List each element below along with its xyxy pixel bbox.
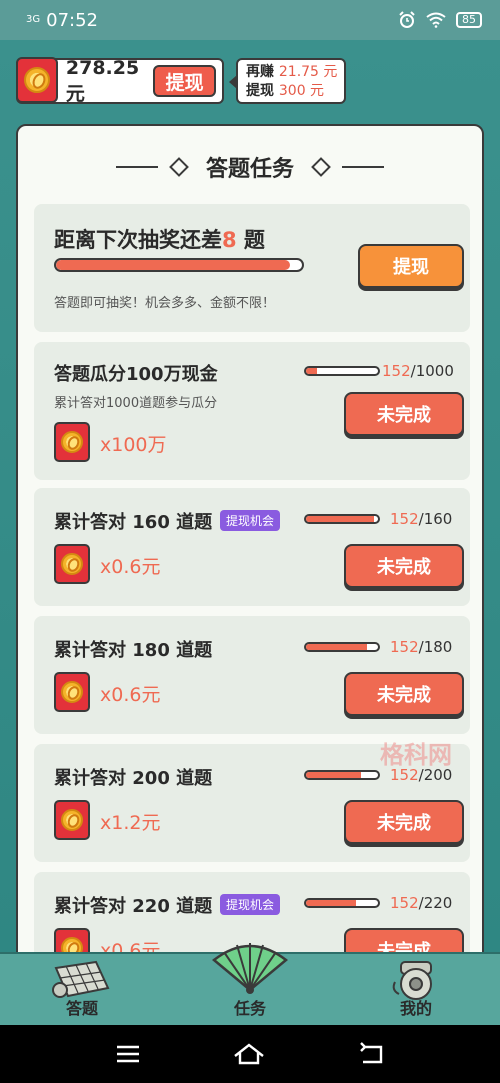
task-description: 累计答对1000道题参与瓜分 — [54, 396, 218, 411]
task-status-button[interactable]: 未完成 — [344, 672, 464, 716]
task-card: 累计答对 160 道题 提现机会 152/160 x0.6元 未完成 — [34, 488, 470, 606]
nav-tab-answer[interactable]: 答题 — [22, 954, 142, 1027]
red-packet-icon — [16, 57, 58, 103]
task-reward: x0.6元 — [100, 684, 161, 706]
task-progress-bar — [304, 366, 380, 376]
home-icon[interactable] — [232, 1042, 266, 1066]
earn-label: 再赚 — [246, 64, 274, 80]
diamond-icon — [169, 157, 189, 177]
task-progress-bar — [304, 642, 380, 652]
lottery-hint: 答题即可抽奖！机会多多、金额不限！ — [54, 296, 276, 311]
back-icon[interactable] — [357, 1042, 385, 1066]
nav-label-mine: 我的 — [399, 999, 432, 1018]
page-title: 答题任务 — [205, 157, 294, 182]
task-count: 152/220 — [390, 894, 453, 912]
lottery-progress-bar — [54, 258, 304, 272]
clock: 07:52 — [46, 9, 98, 31]
task-status-button[interactable]: 未完成 — [344, 800, 464, 844]
task-title: 累计答对 200 道题 — [54, 768, 213, 789]
withdraw-button[interactable]: 提现 — [153, 65, 216, 97]
lottery-card: 距离下次抽奖还差8 题 答题即可抽奖！机会多多、金额不限！ 提现 — [34, 204, 470, 332]
nav-label-answer: 答题 — [65, 999, 98, 1018]
earn-tooltip: 再赚 21.75 元 提现 300 元 — [229, 58, 346, 104]
alarm-icon — [399, 11, 415, 28]
task-count: 152/1000 — [382, 362, 454, 380]
status-icons: 85 — [398, 11, 482, 29]
task-title: 累计答对 220 道题 — [54, 896, 213, 917]
wifi-icon — [426, 12, 446, 28]
bottom-nav: 答题 任务 我的 — [0, 943, 500, 1027]
task-progress-bar — [304, 898, 380, 908]
red-packet-icon — [54, 422, 90, 462]
diamond-icon — [311, 157, 331, 177]
lottery-title: 距离下次抽奖还差8 题 — [54, 228, 265, 252]
task-count: 152/160 — [390, 510, 453, 528]
red-packet-icon — [54, 800, 90, 840]
withdraw-chance-badge: 提现机会 — [220, 894, 281, 915]
nav-tab-mine[interactable]: 我的 — [356, 954, 476, 1027]
task-reward: x0.6元 — [100, 556, 161, 578]
task-count: 152/180 — [390, 638, 453, 656]
task-card: 答题瓜分100万现金 152/1000 累计答对1000道题参与瓜分 x100万… — [34, 342, 470, 480]
task-status-button[interactable]: 未完成 — [344, 544, 464, 588]
menu-icon[interactable] — [115, 1044, 141, 1064]
wallet-amount: 278.25元 — [65, 56, 140, 105]
task-reward: x1.2元 — [100, 812, 161, 834]
fan-icon — [212, 943, 288, 994]
withdraw-chance-badge: 提现机会 — [220, 510, 281, 531]
task-panel: 答题任务 距离下次抽奖还差8 题 答题即可抽奖！机会多多、金额不限！ 提现 答题… — [16, 124, 484, 994]
network-indicator: 3G — [26, 14, 41, 25]
wallet-balance: 278.25元 提现 — [16, 56, 224, 105]
status-bar: 3G 07:52 85 — [0, 0, 500, 40]
task-card: 累计答对 180 道题 152/180 x0.6元 未完成 — [34, 616, 470, 734]
battery-icon: 85 — [456, 12, 482, 28]
task-status-button[interactable]: 未完成 — [344, 392, 464, 436]
task-reward: x100万 — [100, 434, 167, 456]
earn-value: 21.75 元 — [278, 64, 338, 80]
nav-label-tasks: 任务 — [233, 999, 266, 1018]
task-progress-bar — [304, 770, 380, 780]
task-progress-bar — [304, 514, 380, 524]
panel-header: 答题任务 — [18, 150, 482, 184]
withdraw-label: 提现 — [246, 83, 274, 99]
task-title: 累计答对 180 道题 — [54, 640, 213, 661]
task-title: 累计答对 160 道题 — [54, 512, 213, 533]
task-title: 答题瓜分100万现金 — [54, 364, 218, 385]
nav-tab-tasks[interactable]: 任务 — [190, 943, 310, 1027]
watermark: 格科网 — [380, 741, 452, 769]
red-packet-icon — [54, 672, 90, 712]
withdraw-value: 300 元 — [278, 83, 325, 99]
red-packet-icon — [54, 544, 90, 584]
system-nav-bar — [0, 1025, 500, 1083]
lottery-withdraw-button[interactable]: 提现 — [358, 244, 464, 288]
